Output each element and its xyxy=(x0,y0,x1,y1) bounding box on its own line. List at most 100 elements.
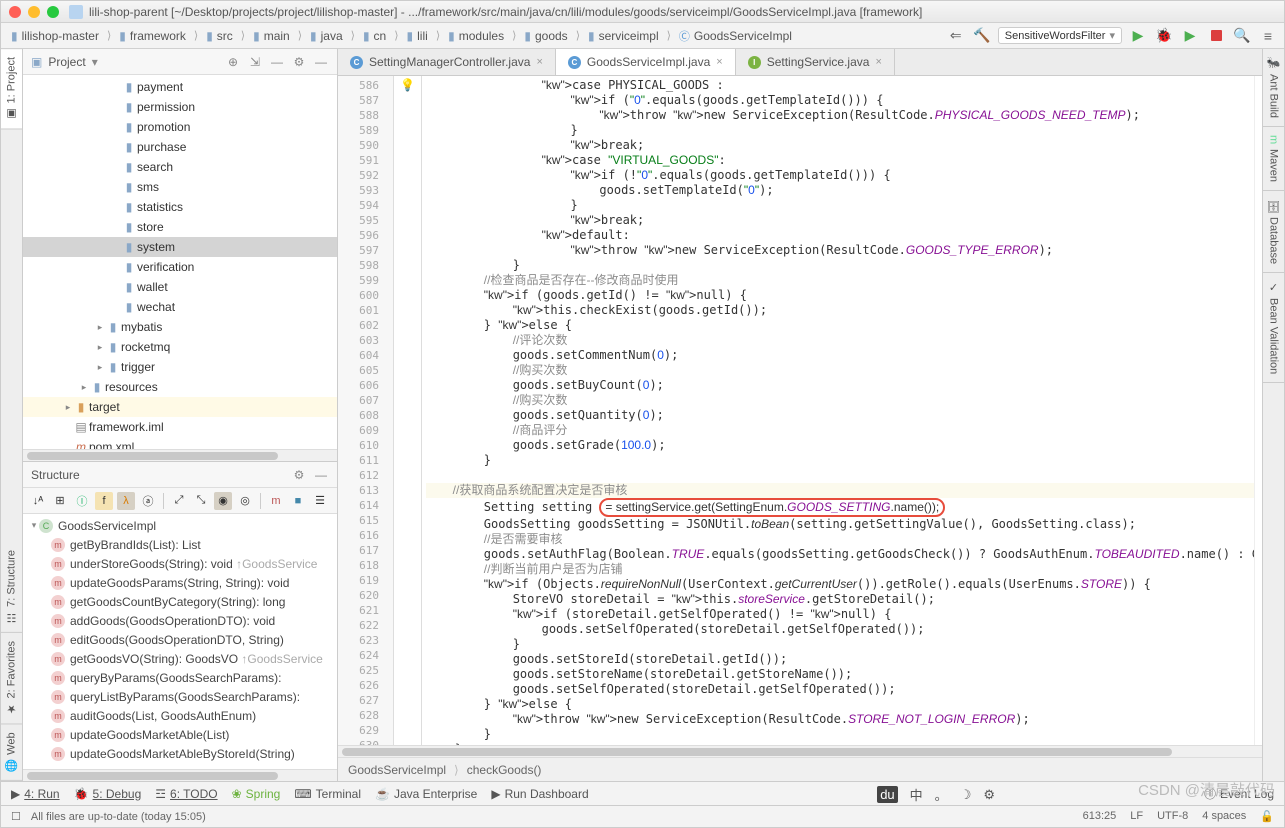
project-dropdown-icon[interactable]: ▾ xyxy=(92,55,98,69)
tree-row[interactable]: ▮ verification xyxy=(23,257,337,277)
event-log-button[interactable]: ⓘ Event Log xyxy=(1204,785,1274,802)
structure-method-row[interactable]: mqueryListByParams(GoodsSearchParams): xyxy=(23,687,337,706)
nav-back-icon[interactable]: ⇐ xyxy=(946,26,966,46)
filter-m-button[interactable]: m xyxy=(267,492,285,510)
structure-method-row[interactable]: mqueryByParams(GoodsSearchParams): xyxy=(23,668,337,687)
favorites-tool-tab[interactable]: ★2: Favorites xyxy=(1,633,22,724)
line-separator[interactable]: LF xyxy=(1130,810,1143,823)
structure-method-row[interactable]: mgetGoodsCountByCategory(String): long xyxy=(23,592,337,611)
show-anon-button[interactable]: ⓐ xyxy=(139,492,157,510)
code-editor[interactable]: "kw">case PHYSICAL_GOODS : "kw">if ("0".… xyxy=(422,76,1254,745)
run-dashboard-button[interactable]: ▶ Run Dashboard xyxy=(491,787,588,801)
editor-tab[interactable]: CGoodsServiceImpl.java× xyxy=(556,49,736,75)
structure-hscroll[interactable] xyxy=(23,769,337,781)
breadcrumb-item[interactable]: ▮src xyxy=(202,29,249,43)
settings-icon[interactable]: ≡ xyxy=(1258,26,1278,46)
project-hscroll[interactable] xyxy=(23,449,337,461)
ime-icon[interactable]: du xyxy=(877,786,897,803)
javaee-tool-button[interactable]: ☕ Java Enterprise xyxy=(375,787,477,801)
indent-setting[interactable]: 4 spaces xyxy=(1202,810,1246,823)
editor-hscroll[interactable] xyxy=(338,745,1262,757)
structure-list[interactable]: ▾CGoodsServiceImpl mgetByBrandIds(List):… xyxy=(23,514,337,769)
structure-method-row[interactable]: meditGoods(GoodsOperationDTO, String) xyxy=(23,630,337,649)
database-tool-tab[interactable]: 🗄Database xyxy=(1263,191,1284,273)
todo-tool-button[interactable]: ☲ 6: TODO xyxy=(155,787,217,801)
ime-moon-icon[interactable]: ☽ xyxy=(960,787,972,803)
debug-icon[interactable]: 🐞 xyxy=(1154,26,1174,46)
tree-row[interactable]: ▮ wallet xyxy=(23,277,337,297)
close-tab-icon[interactable]: × xyxy=(716,56,722,68)
debug-tool-button[interactable]: 🐞 5: Debug xyxy=(74,787,142,801)
filter-fld-button[interactable]: ■ xyxy=(289,492,307,510)
ant-tool-tab[interactable]: 🐜Ant Build xyxy=(1263,49,1284,127)
tree-row[interactable]: ▮ statistics xyxy=(23,197,337,217)
structure-class-row[interactable]: ▾CGoodsServiceImpl xyxy=(23,516,337,535)
structure-method-row[interactable]: maddGoods(GoodsOperationDTO): void xyxy=(23,611,337,630)
status-sidebar-icon[interactable]: ☐ xyxy=(11,810,21,823)
breadcrumb-item[interactable]: ▮main xyxy=(249,29,306,43)
ime-lang[interactable]: 中 xyxy=(910,785,923,804)
ime-punct[interactable]: 。 xyxy=(935,785,948,804)
hide-pane-icon[interactable]: — xyxy=(313,54,329,70)
run-tool-button[interactable]: ▶ 4: Run xyxy=(11,787,60,801)
bean-validation-tab[interactable]: ✓Bean Validation xyxy=(1263,273,1284,383)
show-inherited-button[interactable]: Ⓘ xyxy=(73,492,91,510)
close-window-icon[interactable] xyxy=(9,6,21,18)
tree-row[interactable]: ▸▮ target xyxy=(23,397,337,417)
breadcrumb-method[interactable]: checkGoods() xyxy=(467,763,542,777)
spring-tool-button[interactable]: ❀ Spring xyxy=(232,787,281,801)
run-coverage-icon[interactable]: ▶ xyxy=(1180,26,1200,46)
tree-row[interactable]: ▤ framework.iml xyxy=(23,417,337,437)
tree-row[interactable]: ▸▮ rocketmq xyxy=(23,337,337,357)
readonly-lock-icon[interactable]: 🔓 xyxy=(1260,810,1274,823)
tree-row[interactable]: m pom.xml xyxy=(23,437,337,449)
ime-gear-icon[interactable]: ⚙ xyxy=(983,787,995,803)
stop-icon[interactable] xyxy=(1206,26,1226,46)
collapse-icon[interactable]: — xyxy=(269,54,285,70)
sort-visibility-button[interactable]: ⊞ xyxy=(51,492,69,510)
autoscroll-source-button[interactable]: ◉ xyxy=(214,492,232,510)
structure-method-row[interactable]: mgetGoodsVO(String): GoodsVO ↑GoodsServi… xyxy=(23,649,337,668)
tree-row[interactable]: ▮ sms xyxy=(23,177,337,197)
maven-tool-tab[interactable]: mMaven xyxy=(1263,127,1284,190)
filter-misc-button[interactable]: ☰ xyxy=(311,492,329,510)
tree-row[interactable]: ▮ permission xyxy=(23,97,337,117)
file-encoding[interactable]: UTF-8 xyxy=(1157,810,1188,823)
terminal-tool-button[interactable]: ⌨ Terminal xyxy=(294,787,361,801)
run-configuration-select[interactable]: SensitiveWordsFilter ▾ xyxy=(998,27,1122,44)
breadcrumb-item[interactable]: ▮java xyxy=(306,29,359,43)
build-icon[interactable]: 🔨 xyxy=(972,26,992,46)
expand-icon[interactable]: ⇲ xyxy=(247,54,263,70)
show-lambdas-button[interactable]: λ xyxy=(117,492,135,510)
breadcrumb-item[interactable]: ▮lilishop-master xyxy=(7,29,115,43)
breadcrumb-item[interactable]: ⒸGoodsServiceImpl xyxy=(675,28,804,44)
tree-row[interactable]: ▸▮ resources xyxy=(23,377,337,397)
autoscroll-from-button[interactable]: ◎ xyxy=(236,492,254,510)
structure-gear-icon[interactable]: ⚙ xyxy=(291,467,307,483)
tree-row[interactable]: ▸▮ trigger xyxy=(23,357,337,377)
breadcrumb-item[interactable]: ▮modules xyxy=(444,29,520,43)
structure-method-row[interactable]: mupdateGoodsMarketAbleByStoreId(String) xyxy=(23,744,337,763)
show-fields-button[interactable]: f xyxy=(95,492,113,510)
tree-row[interactable]: ▮ store xyxy=(23,217,337,237)
gear-icon[interactable]: ⚙ xyxy=(291,54,307,70)
structure-method-row[interactable]: mgetByBrandIds(List): List xyxy=(23,535,337,554)
expand-all-button[interactable]: ⤢ xyxy=(170,492,188,510)
minimize-window-icon[interactable] xyxy=(28,6,40,18)
project-tree[interactable]: ▮ payment▮ permission▮ promotion▮ purcha… xyxy=(23,75,337,449)
breadcrumb-item[interactable]: ▮goods xyxy=(520,29,584,43)
tree-row[interactable]: ▮ promotion xyxy=(23,117,337,137)
structure-method-row[interactable]: mauditGoods(List, GoodsAuthEnum) xyxy=(23,706,337,725)
select-opened-icon[interactable]: ⊕ xyxy=(225,54,241,70)
breadcrumb-item[interactable]: ▮lili xyxy=(403,29,445,43)
close-tab-icon[interactable]: × xyxy=(875,56,881,68)
web-tool-tab[interactable]: 🌐Web xyxy=(1,724,22,781)
structure-method-row[interactable]: mupdateGoodsParams(String, String): void xyxy=(23,573,337,592)
structure-method-row[interactable]: munderStoreGoods(String): void ↑GoodsSer… xyxy=(23,554,337,573)
caret-position[interactable]: 613:25 xyxy=(1083,810,1117,823)
search-icon[interactable]: 🔍 xyxy=(1232,26,1252,46)
project-tool-tab[interactable]: ▣1: Project xyxy=(1,49,22,129)
tree-row[interactable]: ▮ purchase xyxy=(23,137,337,157)
breadcrumb-item[interactable]: ▮framework xyxy=(115,29,202,43)
structure-hide-icon[interactable]: — xyxy=(313,467,329,483)
